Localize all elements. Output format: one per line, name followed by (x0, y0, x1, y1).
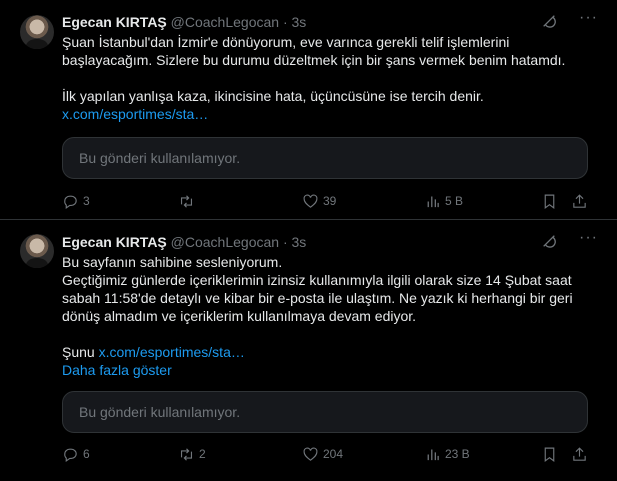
unavailable-text: Bu gönderi kullanılamıyor. (79, 404, 241, 420)
tweet-text-line: Şuan İstanbul'dan İzmir'e dönüyorum, eve… (62, 34, 510, 50)
retweet-count: 2 (199, 447, 206, 461)
tweet-text-line: dönüş almadım ve içeriklerim kullanılmay… (62, 308, 417, 324)
author-name[interactable]: Egecan KIRTAŞ (62, 14, 167, 30)
separator-dot: · (282, 14, 288, 30)
tweet[interactable]: Egecan KIRTAŞ @CoachLegocan · 3s ··· Bu … (0, 220, 617, 481)
avatar[interactable] (20, 234, 54, 268)
author-handle[interactable]: @CoachLegocan (171, 234, 279, 250)
reply-icon (64, 448, 77, 462)
retweet-button[interactable]: 2 (178, 444, 206, 464)
retweet-button[interactable] (178, 191, 199, 211)
grok-icon[interactable] (541, 13, 557, 29)
more-icon[interactable]: ··· (579, 10, 597, 31)
retweet-icon (180, 194, 193, 208)
tweet-text-line: İlk yapılan yanlışa kaza, ikincisine hat… (62, 88, 484, 104)
tweet-header: Egecan KIRTAŞ @CoachLegocan · 3s (62, 233, 597, 251)
separator-dot: · (282, 234, 288, 250)
tweet[interactable]: Egecan KIRTAŞ @CoachLegocan · 3s ··· Şua… (0, 0, 617, 220)
tweet-text-line: sabah 11:58'de detaylı ve kibar bir e-po… (62, 290, 573, 306)
avatar[interactable] (20, 15, 54, 49)
share-button[interactable] (571, 191, 588, 211)
bookmark-icon (544, 447, 555, 462)
views-count: 23 B (445, 447, 470, 461)
views-icon (427, 196, 439, 207)
unavailable-quote-card[interactable]: Bu gönderi kullanılamıyor. (62, 137, 588, 179)
like-button[interactable]: 204 (302, 444, 343, 464)
author-name[interactable]: Egecan KIRTAŞ (62, 234, 167, 250)
like-count: 39 (323, 194, 337, 208)
timestamp[interactable]: 3s (292, 14, 307, 30)
views-icon (427, 449, 439, 460)
reply-button[interactable]: 3 (62, 191, 90, 211)
tweet-text: Bu sayfanın sahibine sesleniyorum. Geçti… (62, 253, 597, 379)
reply-icon (64, 195, 77, 209)
unavailable-text: Bu gönderi kullanılamıyor. (79, 150, 241, 166)
unavailable-quote-card[interactable]: Bu gönderi kullanılamıyor. (62, 391, 588, 433)
tweet-text-line: Bu sayfanın sahibine sesleniyorum. (62, 254, 283, 270)
share-icon (573, 446, 586, 461)
more-icon[interactable]: ··· (579, 230, 597, 251)
views-button[interactable]: 23 B (424, 444, 470, 464)
tweet-link[interactable]: x.com/esportimes/sta… (62, 106, 208, 122)
author-handle[interactable]: @CoachLegocan (171, 14, 279, 30)
bookmark-icon (544, 194, 555, 209)
heart-icon (303, 193, 318, 208)
like-button[interactable]: 39 (302, 191, 336, 211)
tweet-actions: 3 39 5 B (62, 191, 597, 211)
tweet-text: Şuan İstanbul'dan İzmir'e dönüyorum, eve… (62, 33, 597, 123)
tweet-actions: 6 2 204 23 B (62, 444, 597, 464)
share-prefix: Şunu (62, 344, 95, 360)
tweet-link[interactable]: x.com/esportimes/sta… (99, 344, 245, 360)
bookmark-button[interactable] (541, 444, 558, 464)
bookmark-button[interactable] (541, 191, 558, 211)
tweet-header: Egecan KIRTAŞ @CoachLegocan · 3s (62, 13, 597, 31)
share-icon (573, 193, 586, 208)
views-count: 5 B (445, 194, 464, 208)
heart-icon (303, 446, 318, 461)
share-button[interactable] (571, 444, 588, 464)
retweet-icon (180, 447, 193, 461)
tweet-text-line: Geçtiğimiz günlerde içeriklerimin izinsi… (62, 272, 572, 288)
reply-count: 3 (83, 194, 90, 208)
timestamp[interactable]: 3s (292, 234, 307, 250)
grok-icon[interactable] (541, 233, 557, 249)
reply-count: 6 (83, 447, 90, 461)
like-count: 204 (323, 447, 344, 461)
tweet-text-line: başlayacağım. Sizlere bu durumu düzeltme… (62, 52, 566, 68)
views-button[interactable]: 5 B (424, 191, 463, 211)
reply-button[interactable]: 6 (62, 444, 90, 464)
show-more-link[interactable]: Daha fazla göster (62, 362, 172, 378)
